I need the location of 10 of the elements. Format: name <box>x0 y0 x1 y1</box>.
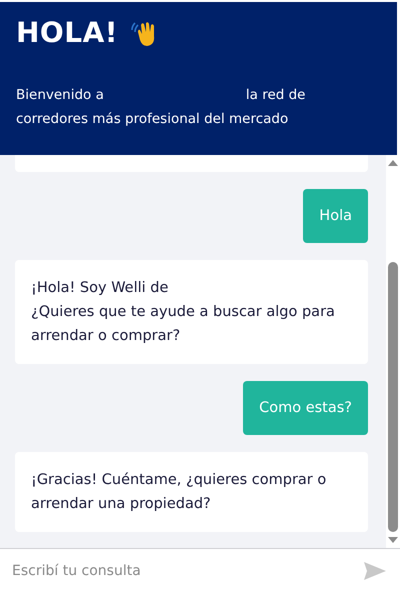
header-title: HOLA! <box>16 16 118 49</box>
bot-message: ¡Gracias! Cuéntame, ¿quieres comprar o arrendar una propiedad? <box>15 452 368 532</box>
welcome-text: Bienvenido a la red de corredores más profesional del mercado <box>16 86 306 129</box>
user-message: Como estas? <box>243 381 368 435</box>
message-input[interactable]: Escribí tu consulta <box>12 563 364 579</box>
scroll-up-icon[interactable] <box>388 160 398 166</box>
scrollbar-thumb[interactable] <box>388 262 398 532</box>
bot-message: ¡Hola! Soy Welli de ¿Quieres que te ayude a buscar algo para arrendar o comprar? <box>15 260 368 364</box>
user-message: Hola <box>303 189 368 243</box>
scroll-down-icon[interactable] <box>388 537 398 543</box>
